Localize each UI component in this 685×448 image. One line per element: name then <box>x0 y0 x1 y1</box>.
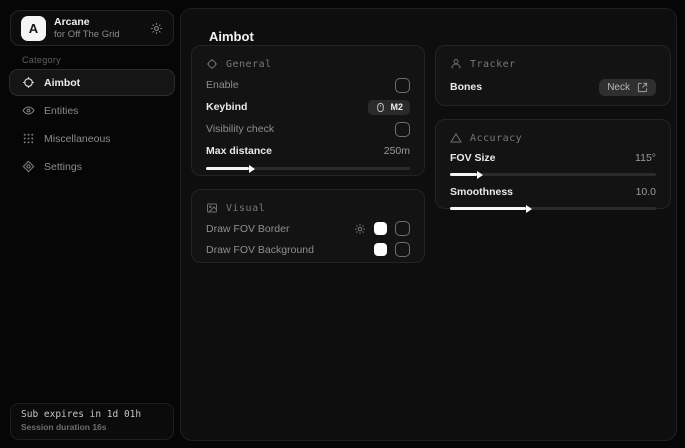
app-logo: A <box>21 16 46 41</box>
fov-size-label: FOV Size <box>450 152 496 164</box>
sidebar-item-label: Settings <box>44 161 82 173</box>
fov-background-color-swatch[interactable] <box>374 243 387 256</box>
fov-size-slider[interactable] <box>450 170 656 178</box>
fov-size-row: FOV Size 115° <box>450 148 656 168</box>
sidebar-item-miscellaneous[interactable]: Miscellaneous <box>9 125 175 152</box>
max-distance-row: Max distance 250m <box>206 140 410 162</box>
sidebar-item-label: Entities <box>44 105 78 117</box>
fov-border-checkbox[interactable] <box>395 221 410 236</box>
visibility-check-row: Visibility check <box>206 118 410 140</box>
card-header-tracker: Tracker <box>470 59 516 70</box>
bones-select-button[interactable]: Neck <box>599 79 656 96</box>
settings-icon <box>22 160 35 173</box>
visibility-check-label: Visibility check <box>206 123 274 135</box>
sidebar-item-settings[interactable]: Settings <box>9 153 175 180</box>
app-logo-card: A Arcane for Off The Grid <box>10 10 174 46</box>
category-label: Category <box>22 55 61 65</box>
smoothness-value: 10.0 <box>636 186 656 198</box>
card-accuracy: Accuracy FOV Size 115° Smoothness 10.0 <box>435 119 671 209</box>
app-name: Arcane <box>54 16 120 29</box>
bones-value: Neck <box>607 82 630 93</box>
smoothness-row: Smoothness 10.0 <box>450 182 656 202</box>
sidebar-item-label: Miscellaneous <box>44 133 111 145</box>
keybind-value: M2 <box>390 102 403 112</box>
max-distance-slider[interactable] <box>206 164 410 172</box>
smoothness-label: Smoothness <box>450 186 513 198</box>
eye-icon <box>22 104 35 117</box>
enable-row: Enable <box>206 74 410 96</box>
fov-background-row: Draw FOV Background <box>206 239 410 260</box>
keybind-row: Keybind M2 <box>206 96 410 118</box>
page-title: Aimbot <box>209 29 254 44</box>
sidebar-item-label: Aimbot <box>44 77 80 89</box>
visibility-check-checkbox[interactable] <box>395 122 410 137</box>
fov-border-label: Draw FOV Border <box>206 223 289 235</box>
gear-icon[interactable] <box>354 223 366 235</box>
keybind-label: Keybind <box>206 101 247 113</box>
max-distance-slider-fill[interactable] <box>206 167 249 170</box>
card-header-accuracy: Accuracy <box>470 133 522 144</box>
sidebar-nav: Aimbot Entities Miscellaneous Settings <box>9 69 175 180</box>
card-header-visual: Visual <box>226 203 265 214</box>
sidebar-item-aimbot[interactable]: Aimbot <box>9 69 175 96</box>
fov-border-color-swatch[interactable] <box>374 222 387 235</box>
person-icon <box>450 58 462 70</box>
bones-row: Bones Neck <box>450 74 656 100</box>
subscription-status-box: Sub expires in 1d 01h Session duration 1… <box>10 403 174 440</box>
mouse-icon <box>375 102 386 113</box>
crosshair-icon <box>22 76 35 89</box>
fov-border-row: Draw FOV Border <box>206 218 410 239</box>
app-window: A Arcane for Off The Grid Category Aimbo… <box>0 0 685 448</box>
max-distance-label: Max distance <box>206 145 272 157</box>
crosshair-icon <box>206 58 218 70</box>
image-icon <box>206 202 218 214</box>
smoothness-slider-fill[interactable] <box>450 207 526 210</box>
session-duration-text: Session duration 16s <box>21 422 163 432</box>
app-subtitle: for Off The Grid <box>54 29 120 41</box>
enable-label: Enable <box>206 79 239 91</box>
bones-label: Bones <box>450 81 482 93</box>
fov-size-value: 115° <box>635 152 656 164</box>
fov-background-label: Draw FOV Background <box>206 244 314 256</box>
triangle-icon <box>450 132 462 144</box>
max-distance-value: 250m <box>384 145 410 157</box>
card-tracker: Tracker Bones Neck <box>435 45 671 106</box>
expand-icon <box>637 82 648 93</box>
card-visual: Visual Draw FOV Border Draw FOV Backgrou… <box>191 189 425 263</box>
gear-icon[interactable] <box>150 22 163 35</box>
sidebar-item-entities[interactable]: Entities <box>9 97 175 124</box>
fov-background-checkbox[interactable] <box>395 242 410 257</box>
enable-checkbox[interactable] <box>395 78 410 93</box>
fov-size-slider-fill[interactable] <box>450 173 477 176</box>
keybind-badge[interactable]: M2 <box>368 100 410 115</box>
card-general: General Enable Keybind M2 Visibility che… <box>191 45 425 176</box>
sub-expires-text: Sub expires in 1d 01h <box>21 409 163 420</box>
grid-icon <box>22 132 35 145</box>
smoothness-slider[interactable] <box>450 204 656 212</box>
main-panel: Aimbot General Enable Keybind M2 <box>180 8 677 441</box>
card-header-general: General <box>226 59 272 70</box>
